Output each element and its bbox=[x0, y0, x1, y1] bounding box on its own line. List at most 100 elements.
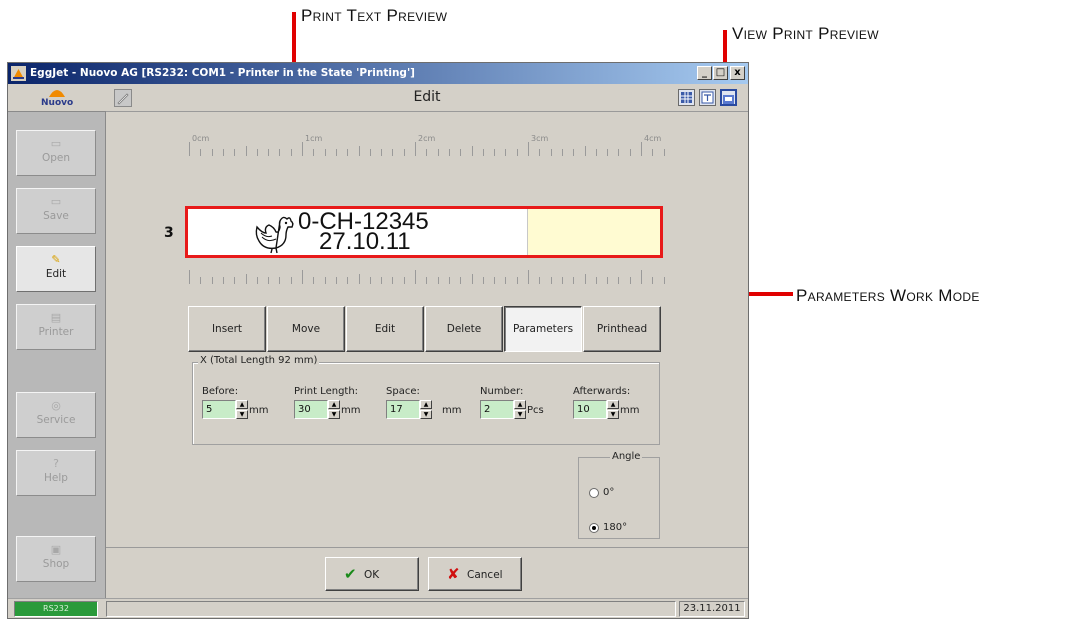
callout-print-text-preview: Print Text Preview bbox=[301, 6, 448, 25]
ruler-tick bbox=[528, 270, 529, 284]
parameters-group-label: X (Total Length 92 mm) bbox=[198, 355, 320, 366]
angle-0-radio[interactable] bbox=[589, 488, 599, 498]
ruler-tick bbox=[222, 149, 224, 156]
before-value[interactable]: 5 bbox=[202, 400, 236, 419]
ruler-tick bbox=[618, 149, 620, 156]
nav-open-label: Open bbox=[41, 152, 71, 164]
number-down-arrow[interactable]: ▼ bbox=[514, 410, 526, 419]
ruler-tick bbox=[200, 149, 202, 156]
number-up-arrow[interactable]: ▲ bbox=[514, 400, 526, 409]
afterwards-stepper[interactable]: 10 ▲ ▼ bbox=[573, 400, 619, 419]
ruler-tick bbox=[222, 277, 224, 284]
print-length-down-arrow[interactable]: ▼ bbox=[328, 410, 340, 419]
nav-printer-button[interactable]: ▤ Printer bbox=[16, 304, 96, 350]
angle-0-label[interactable]: 0° bbox=[603, 487, 614, 498]
ruler-tick bbox=[234, 277, 236, 284]
connection-status-badge: RS232 bbox=[14, 601, 98, 617]
nav-service-label: Service bbox=[36, 414, 76, 426]
ruler-tick bbox=[561, 149, 563, 156]
cancel-button[interactable]: ✘ Cancel bbox=[428, 557, 522, 591]
ruler-tick bbox=[335, 277, 337, 284]
ruler-tick bbox=[539, 277, 541, 284]
space-down-arrow[interactable]: ▼ bbox=[420, 410, 432, 419]
grid-view-button[interactable] bbox=[678, 89, 695, 106]
ruler-tick bbox=[279, 277, 281, 284]
nav-printer-label: Printer bbox=[38, 326, 74, 338]
print-length-stepper[interactable]: 30 ▲ ▼ bbox=[294, 400, 340, 419]
ok-button[interactable]: ✔ OK bbox=[325, 557, 419, 591]
ruler-tick bbox=[268, 149, 270, 156]
ruler-tick bbox=[279, 149, 281, 156]
print-length-value[interactable]: 30 bbox=[294, 400, 328, 419]
space-stepper[interactable]: 17 ▲ ▼ bbox=[386, 400, 432, 419]
afterwards-unit: mm bbox=[620, 405, 640, 416]
mode-edit-button[interactable]: Edit bbox=[346, 306, 424, 352]
callout-view-print-preview: View Print Preview bbox=[732, 24, 879, 43]
minimize-button[interactable]: _ bbox=[697, 66, 712, 80]
ruler-tick bbox=[381, 149, 383, 156]
ruler-tick bbox=[200, 277, 202, 284]
mode-move-button[interactable]: Move bbox=[267, 306, 345, 352]
folder-icon: ▭ bbox=[50, 137, 62, 150]
nav-save-button[interactable]: ▭ Save bbox=[16, 188, 96, 234]
nav-service-button[interactable]: ◎ Service bbox=[16, 392, 96, 438]
afterwards-up-arrow[interactable]: ▲ bbox=[607, 400, 619, 409]
ruler-tick bbox=[573, 277, 575, 284]
ruler-tick bbox=[550, 149, 552, 156]
nav-open-button[interactable]: ▭ Open bbox=[16, 130, 96, 176]
ruler-tick bbox=[358, 146, 360, 156]
nav-shop-button[interactable]: ▣ Shop bbox=[16, 536, 96, 582]
mode-parameters-button[interactable]: Parameters bbox=[504, 306, 582, 352]
row-number: 3 bbox=[164, 225, 174, 241]
space-up-arrow[interactable]: ▲ bbox=[420, 400, 432, 409]
ruler-tick bbox=[302, 270, 303, 284]
angle-180-radio[interactable] bbox=[589, 523, 599, 533]
ruler-tick bbox=[641, 142, 642, 156]
text-view-button[interactable] bbox=[699, 89, 716, 106]
number-stepper[interactable]: 2 ▲ ▼ bbox=[480, 400, 526, 419]
ruler-tick bbox=[313, 149, 315, 156]
mode-delete-button[interactable]: Delete bbox=[425, 306, 503, 352]
ruler-tick bbox=[290, 277, 292, 284]
ruler-tick bbox=[652, 149, 654, 156]
ruler-top: 0cm 1cm 2cm 3cm 4cm bbox=[189, 134, 674, 156]
before-unit: mm bbox=[249, 405, 269, 416]
nav-save-label: Save bbox=[43, 210, 69, 222]
print-length-up-arrow[interactable]: ▲ bbox=[328, 400, 340, 409]
number-value[interactable]: 2 bbox=[480, 400, 514, 419]
afterwards-value[interactable]: 10 bbox=[573, 400, 607, 419]
preview-line-2: 27.10.11 bbox=[319, 228, 411, 255]
before-stepper[interactable]: 5 ▲ ▼ bbox=[202, 400, 248, 419]
ruler-tick bbox=[392, 277, 394, 284]
dialog-footer: ✔ OK ✘ Cancel bbox=[106, 547, 748, 598]
space-unit: mm bbox=[442, 405, 462, 416]
ruler-tick bbox=[324, 277, 326, 284]
ok-label: OK bbox=[364, 569, 380, 581]
ruler-tick bbox=[494, 277, 496, 284]
print-text-preview[interactable]: 0-CH-12345 27.10.11 bbox=[185, 206, 663, 258]
nav-help-button[interactable]: ? Help bbox=[16, 450, 96, 496]
mode-printhead-button[interactable]: Printhead bbox=[583, 306, 661, 352]
maximize-button[interactable]: □ bbox=[713, 66, 728, 80]
before-label: Before: bbox=[202, 386, 239, 397]
mode-insert-button[interactable]: Insert bbox=[188, 306, 266, 352]
angle-180-label[interactable]: 180° bbox=[603, 522, 627, 533]
ruler-tick bbox=[245, 146, 247, 156]
ruler-tick bbox=[335, 149, 337, 156]
status-bar: RS232 23.11.2011 bbox=[8, 598, 748, 618]
afterwards-down-arrow[interactable]: ▼ bbox=[607, 410, 619, 419]
before-down-arrow[interactable]: ▼ bbox=[236, 410, 248, 419]
ruler-tick bbox=[268, 277, 270, 284]
close-button[interactable]: x bbox=[730, 66, 745, 80]
ruler-tick bbox=[482, 149, 484, 156]
ruler-tick bbox=[516, 277, 518, 284]
ruler-tick bbox=[652, 277, 654, 284]
ruler-cm-label: 0cm bbox=[192, 134, 210, 143]
ruler-tick bbox=[573, 149, 575, 156]
view-print-preview-button[interactable] bbox=[720, 89, 737, 106]
nav-edit-button[interactable]: ✎ Edit bbox=[16, 246, 96, 292]
ruler-tick bbox=[471, 146, 473, 156]
space-value[interactable]: 17 bbox=[386, 400, 420, 419]
ruler-tick bbox=[189, 270, 190, 284]
before-up-arrow[interactable]: ▲ bbox=[236, 400, 248, 409]
